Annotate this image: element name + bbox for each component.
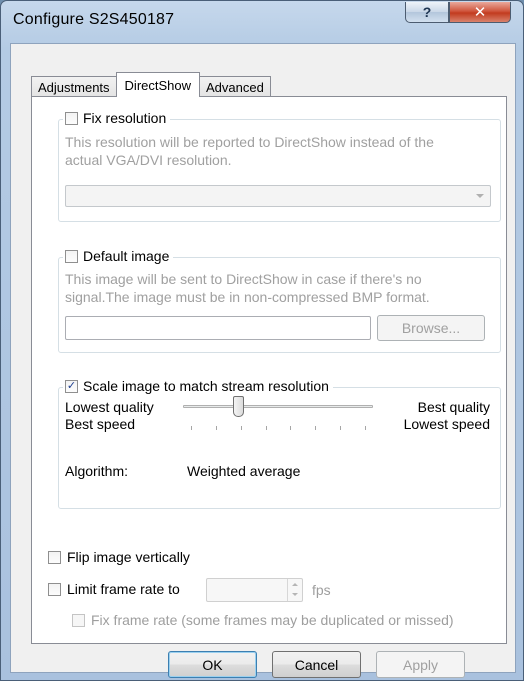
checkmark-icon: ✓	[66, 379, 77, 392]
limit-frame-rate-checkbox[interactable]	[48, 582, 61, 596]
scale-group: ✓ Scale image to match stream resolution…	[58, 378, 501, 509]
slider-tick	[241, 426, 242, 430]
tab-adjustments[interactable]: Adjustments	[31, 76, 117, 97]
tab-strip: Adjustments DirectShow Advanced	[31, 72, 271, 97]
fix-resolution-description: This resolution will be reported to Dire…	[65, 133, 434, 169]
best-quality-label: Best quality	[417, 399, 490, 415]
algorithm-value: Weighted average	[187, 463, 301, 479]
fix-frame-rate-label[interactable]: Fix frame rate (some frames may be dupli…	[91, 612, 454, 628]
default-image-description-line1: This image will be sent to DirectShow in…	[65, 271, 422, 287]
slider-tick	[191, 426, 192, 430]
best-speed-label: Best speed	[65, 416, 136, 432]
spin-down-icon[interactable]	[288, 589, 302, 599]
tab-directshow[interactable]: DirectShow	[115, 72, 201, 97]
quality-slider[interactable]	[183, 396, 373, 436]
browse-button[interactable]: Browse...	[377, 315, 485, 341]
dialog-window: Configure S2S450187 ? ✕ Adjustments Dire…	[0, 0, 524, 681]
limit-frame-rate-label[interactable]: Limit frame rate to	[67, 581, 180, 597]
fix-resolution-description-line2: actual VGA/DVI resolution.	[65, 152, 232, 168]
fix-frame-rate-checkbox[interactable]	[72, 613, 85, 627]
dialog-client-area: Adjustments DirectShow Advanced Fix reso…	[10, 43, 516, 678]
apply-button[interactable]: Apply	[376, 651, 465, 678]
resolution-dropdown[interactable]	[65, 185, 491, 207]
slider-left-labels: Lowest quality Best speed	[65, 399, 154, 433]
scale-header: ✓ Scale image to match stream resolution	[63, 378, 333, 394]
slider-tick	[365, 426, 366, 430]
flip-image-checkbox[interactable]	[48, 550, 61, 564]
algorithm-label: Algorithm:	[65, 463, 129, 479]
default-image-group: Default image This image will be sent to…	[58, 248, 501, 353]
flip-image-row: Flip image vertically	[48, 549, 190, 565]
limit-frame-rate-row: Limit frame rate to	[48, 581, 180, 597]
spin-up-icon[interactable]	[288, 579, 302, 589]
help-icon: ?	[422, 4, 432, 20]
default-image-description: This image will be sent to DirectShow in…	[65, 270, 430, 306]
close-icon: ✕	[473, 3, 487, 21]
chevron-down-icon	[476, 194, 484, 198]
cancel-button[interactable]: Cancel	[272, 651, 361, 678]
default-image-header: Default image	[63, 248, 174, 264]
frame-rate-input[interactable]	[206, 578, 303, 602]
slider-tick	[216, 426, 217, 430]
default-image-checkbox[interactable]	[65, 249, 78, 263]
window-title: Configure S2S450187	[13, 11, 175, 28]
slider-tick	[266, 426, 267, 430]
fix-resolution-group: Fix resolution This resolution will be r…	[58, 110, 501, 222]
fix-resolution-description-line1: This resolution will be reported to Dire…	[65, 134, 434, 150]
fix-frame-rate-row: Fix frame rate (some frames may be dupli…	[72, 612, 454, 628]
close-button[interactable]: ✕	[449, 2, 511, 23]
slider-tick	[315, 426, 316, 430]
fix-resolution-header: Fix resolution	[63, 110, 171, 126]
lowest-quality-label: Lowest quality	[65, 399, 154, 415]
slider-tick	[290, 426, 291, 430]
help-button[interactable]: ?	[405, 2, 449, 23]
default-image-description-line2: signal.The image must be in non-compress…	[65, 289, 430, 305]
slider-right-labels: Best quality Lowest speed	[404, 399, 490, 433]
tab-advanced[interactable]: Advanced	[199, 76, 271, 97]
fix-resolution-checkbox[interactable]	[65, 111, 78, 125]
directshow-panel: Fix resolution This resolution will be r…	[31, 96, 507, 644]
frame-rate-spinner[interactable]	[287, 579, 302, 601]
flip-image-label[interactable]: Flip image vertically	[67, 549, 190, 565]
default-image-path-input[interactable]	[65, 316, 371, 340]
scale-checkbox[interactable]: ✓	[65, 379, 78, 393]
lowest-speed-label: Lowest speed	[403, 416, 490, 432]
slider-thumb[interactable]	[233, 396, 244, 417]
ok-button[interactable]: OK	[168, 651, 257, 678]
slider-track	[183, 405, 373, 408]
fix-resolution-label[interactable]: Fix resolution	[83, 110, 166, 126]
slider-tick	[340, 426, 341, 430]
fps-unit-label: fps	[312, 582, 331, 598]
default-image-label[interactable]: Default image	[83, 248, 169, 264]
scale-label[interactable]: Scale image to match stream resolution	[83, 378, 329, 394]
